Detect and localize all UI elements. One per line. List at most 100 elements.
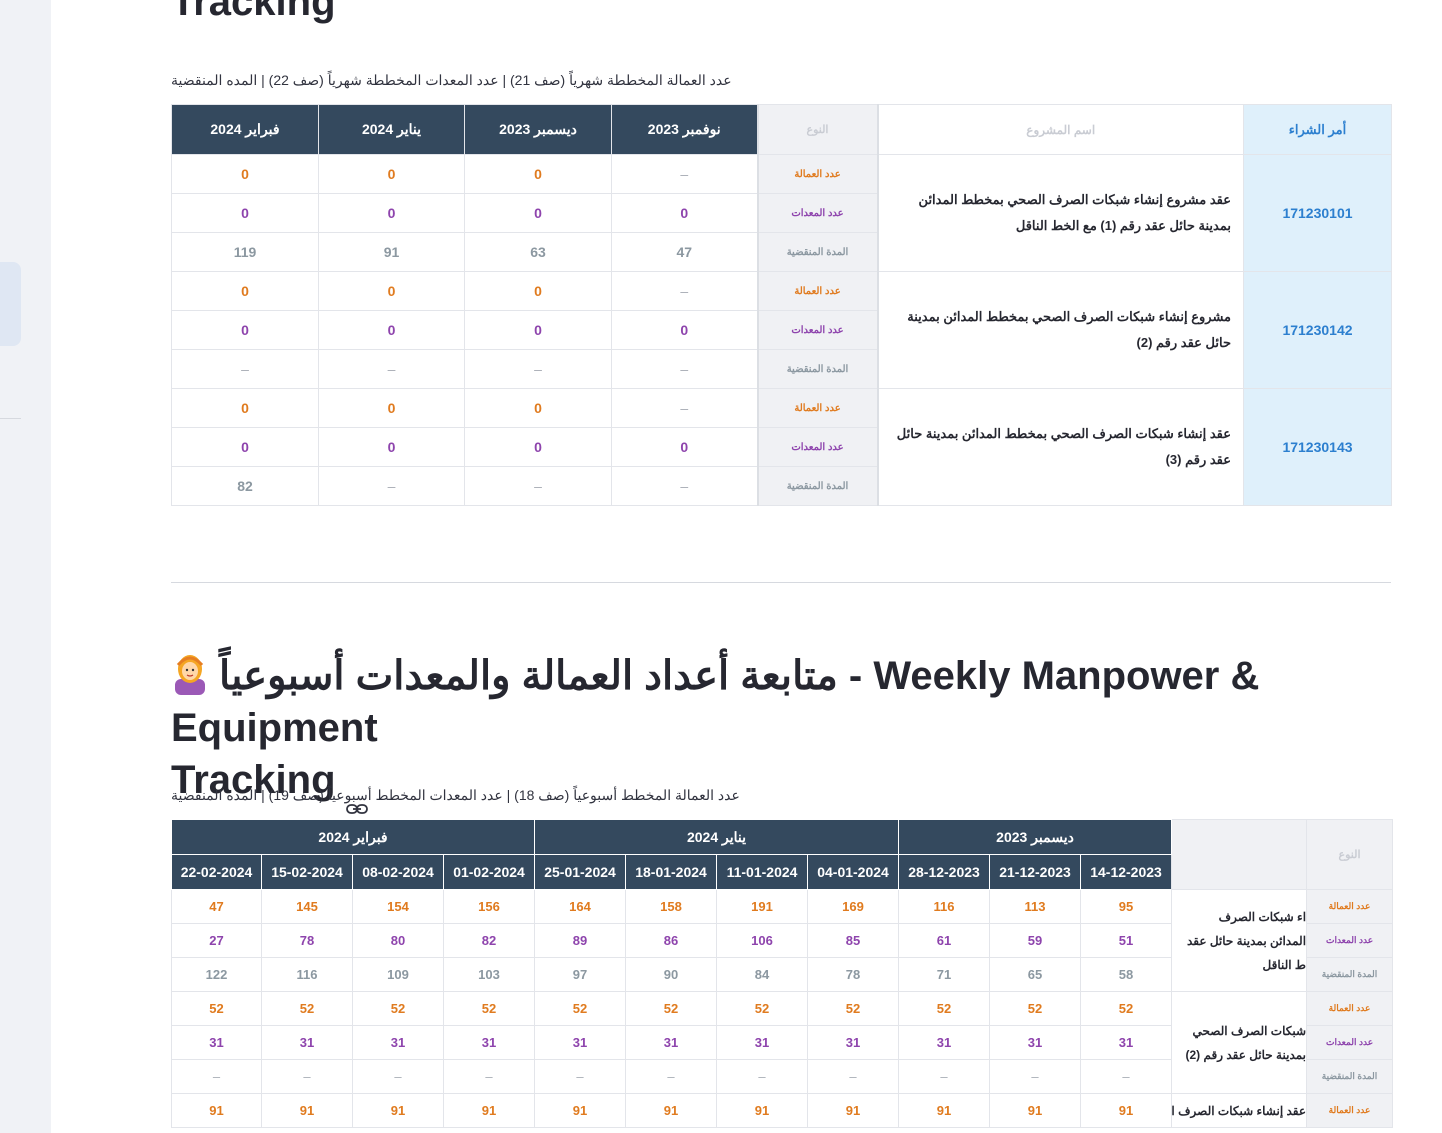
project-name-header: [1171, 819, 1308, 890]
week-date-header: 14-12-2023: [1080, 854, 1173, 890]
monthly-table: فبراير 2024 يناير 2024 ديسمبر 2023 نوفمب…: [171, 104, 1392, 506]
month-value-cell: 0: [464, 154, 612, 194]
week-value-cell: 31: [261, 1025, 353, 1060]
week-value-cell: 154: [352, 889, 444, 924]
week-value-cell: 91: [625, 1093, 718, 1128]
month-value-cell: 0: [318, 427, 465, 467]
week-value-cell: 52: [534, 991, 627, 1026]
week-value-cell: 58: [1080, 957, 1173, 992]
week-value-cell: 31: [171, 1025, 262, 1060]
week-value-cell: –: [261, 1059, 353, 1094]
week-value-cell: 31: [716, 1025, 809, 1060]
week-value-cell: 91: [352, 1093, 444, 1128]
kind-label-cell: عدد العمالة: [756, 154, 879, 194]
month-value-cell: 0: [171, 154, 319, 194]
week-value-cell: 122: [171, 957, 262, 992]
month-value-cell: –: [464, 349, 612, 389]
sidebar-collapse-tab[interactable]: [0, 262, 21, 346]
sidebar-divider: [0, 418, 21, 419]
purchase-order-cell[interactable]: 171230101: [1243, 154, 1392, 272]
month-value-cell: –: [611, 466, 758, 506]
month-value-cell: 0: [171, 388, 319, 428]
week-date-header: 15-02-2024: [261, 854, 353, 890]
week-value-cell: 31: [898, 1025, 991, 1060]
month-value-cell: 0: [611, 427, 758, 467]
month-value-cell: 0: [464, 388, 612, 428]
month-value-cell: 47: [611, 232, 758, 272]
week-value-cell: 91: [807, 1093, 900, 1128]
week-date-header: 11-01-2024: [716, 854, 809, 890]
week-value-cell: 156: [442, 889, 536, 924]
week-value-cell: 82: [442, 923, 536, 958]
week-value-cell: 91: [1080, 1093, 1173, 1128]
kind-label-cell: المدة المنقضية: [1306, 1059, 1394, 1094]
month-value-cell: 0: [318, 388, 465, 428]
kind-header: النوع: [1306, 819, 1394, 890]
monthly-section-title: Tracking: [171, 0, 336, 24]
week-value-cell: 86: [625, 923, 718, 958]
week-value-cell: 84: [716, 957, 809, 992]
table-row: 0 0 0– عدد العمالة عقد مشروع إنشاء شبكات الص…: [171, 154, 1392, 272]
month-value-cell: 91: [318, 232, 465, 272]
week-date-header: 21-12-2023: [989, 854, 1082, 890]
table-row: 0 0 0– عدد العمالة عقد إنشاء شبكات الصرف الص…: [171, 388, 1392, 506]
week-value-cell: –: [442, 1059, 536, 1094]
month-value-cell: 0: [464, 427, 612, 467]
month-value-cell: –: [611, 154, 758, 194]
week-value-cell: 145: [261, 889, 353, 924]
week-value-cell: 109: [352, 957, 444, 992]
kind-label-cell: عدد المعدات: [756, 193, 879, 233]
month-group-header: ديسمبر 2023: [898, 819, 1173, 855]
week-value-cell: 80: [352, 923, 444, 958]
week-value-cell: –: [807, 1059, 900, 1094]
week-value-cell: 52: [442, 991, 536, 1026]
table-row: 52 52 52 52 52 52 52 52 52 52 52 شبكات الصرف الصحي ب…: [171, 991, 1394, 1094]
project-name-line: بمدينة حائل عقد رقم (2): [1185, 1047, 1307, 1062]
kind-label-cell: عدد العمالة: [1306, 889, 1394, 924]
month-group-header: يناير 2024: [534, 819, 900, 855]
table-row: 47 145 154 156 164 158 191 169 116 113 95 اء شبكات …: [171, 889, 1394, 992]
month-value-cell: 119: [171, 232, 319, 272]
week-value-cell: 91: [898, 1093, 991, 1128]
week-value-cell: 169: [807, 889, 900, 924]
week-value-cell: 27: [171, 923, 262, 958]
week-value-cell: 52: [352, 991, 444, 1026]
purchase-order-cell[interactable]: 171230143: [1243, 388, 1392, 506]
week-value-cell: 71: [898, 957, 991, 992]
week-value-cell: –: [716, 1059, 809, 1094]
month-value-cell: 0: [171, 427, 319, 467]
week-value-cell: 59: [989, 923, 1082, 958]
week-value-cell: 52: [807, 991, 900, 1026]
kind-label-cell: المدة المنقضية: [1306, 957, 1394, 992]
week-value-cell: 95: [1080, 889, 1173, 924]
week-value-cell: 31: [534, 1025, 627, 1060]
kind-label-cell: عدد المعدات: [1306, 1025, 1394, 1060]
project-name-line: اء شبكات الصرف: [1218, 909, 1307, 924]
week-value-cell: 31: [625, 1025, 718, 1060]
month-value-cell: 82: [171, 466, 319, 506]
month-value-cell: 0: [611, 193, 758, 233]
month-header: نوفمبر 2023: [611, 104, 758, 155]
week-value-cell: 106: [716, 923, 809, 958]
month-value-cell: –: [464, 466, 612, 506]
week-value-cell: 91: [171, 1093, 262, 1128]
week-value-cell: 52: [898, 991, 991, 1026]
project-name-line: ط الناقل: [1262, 957, 1307, 972]
kind-label-cell: عدد المعدات: [1306, 923, 1394, 958]
week-value-cell: 103: [442, 957, 536, 992]
sidebar: [0, 0, 51, 1133]
week-value-cell: 52: [171, 991, 262, 1026]
kind-label-cell: عدد العمالة: [1306, 1093, 1394, 1128]
week-value-cell: 31: [442, 1025, 536, 1060]
month-value-cell: 0: [611, 310, 758, 350]
week-value-cell: 91: [989, 1093, 1082, 1128]
month-value-cell: 0: [464, 271, 612, 311]
week-value-cell: 47: [171, 889, 262, 924]
week-date-header: 08-02-2024: [352, 854, 444, 890]
purchase-order-cell[interactable]: 171230142: [1243, 271, 1392, 389]
month-header: يناير 2024: [318, 104, 465, 155]
week-value-cell: 85: [807, 923, 900, 958]
week-date-header: 04-01-2024: [807, 854, 900, 890]
month-value-cell: –: [611, 271, 758, 311]
month-header: فبراير 2024: [171, 104, 319, 155]
